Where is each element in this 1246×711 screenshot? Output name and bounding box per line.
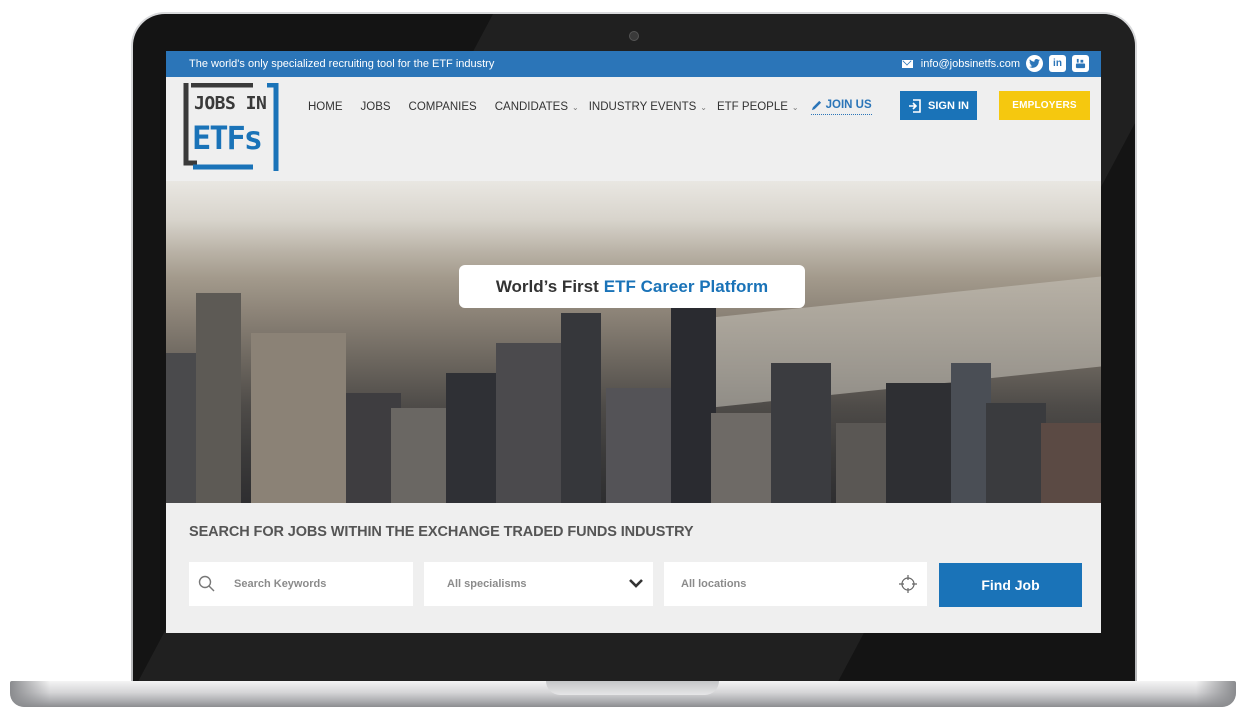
hero-banner: World’s First ETF Career Platform [166, 181, 1101, 503]
specialisms-select[interactable]: All specialisms [424, 562, 653, 606]
main-nav: HOME JOBS COMPANIES CANDIDATES ⌄ INDUSTRY… [308, 99, 872, 115]
nav-industry-events[interactable]: INDUSTRY EVENTS ⌄ [589, 101, 707, 113]
nav-home[interactable]: HOME [308, 101, 343, 113]
linkedin-icon[interactable]: in [1049, 55, 1066, 72]
sign-in-button[interactable]: SIGN IN [900, 91, 977, 120]
tagline: The world's only specialized recruiting … [189, 58, 495, 70]
hero-title: World’s First ETF Career Platform [459, 265, 805, 308]
locations-value: All locations [681, 578, 747, 590]
sign-in-label: SIGN IN [928, 99, 969, 112]
logo-text-etfs: ETFs [192, 119, 263, 157]
join-us-link[interactable]: JOIN US [810, 99, 872, 115]
chevron-down-icon: ⌄ [791, 103, 799, 112]
logo-text-jobs-in: JOBS IN [194, 93, 267, 114]
keywords-input[interactable]: Search Keywords [189, 562, 413, 606]
webcam [629, 31, 639, 41]
email-link[interactable]: info@jobsinetfs.com [921, 58, 1020, 70]
nav-jobs[interactable]: JOBS [361, 101, 391, 113]
hero-title-prefix: World’s First [495, 276, 599, 296]
youtube-icon[interactable] [1072, 55, 1089, 72]
chevron-down-icon [629, 579, 643, 588]
sign-in-icon [909, 98, 921, 113]
keywords-placeholder: Search Keywords [234, 578, 327, 590]
join-us-label: JOIN US [825, 99, 872, 111]
chevron-down-icon: ⌄ [700, 103, 707, 112]
contact-links: info@jobsinetfs.com in [901, 55, 1089, 72]
laptop-base-shade-left [10, 681, 50, 707]
locations-input[interactable]: All locations [664, 562, 927, 606]
search-heading: SEARCH FOR JOBS WITHIN THE EXCHANGE TRAD… [189, 524, 694, 540]
laptop-base-notch [546, 681, 719, 695]
job-search-section: SEARCH FOR JOBS WITHIN THE EXCHANGE TRAD… [166, 503, 1101, 633]
chevron-down-icon: ⌄ [572, 103, 579, 112]
laptop-base-shade-right [1196, 681, 1236, 707]
locate-crosshair-icon[interactable] [899, 575, 917, 593]
twitter-icon[interactable] [1026, 55, 1043, 72]
employers-button[interactable]: EMPLOYERS [999, 91, 1090, 120]
specialisms-value: All specialisms [447, 578, 527, 590]
nav-etf-people-label: ETF PEOPLE [716, 101, 788, 113]
top-bar: The world's only specialized recruiting … [166, 51, 1101, 77]
hero-title-accent: ETF Career Platform [603, 276, 769, 296]
site-header: JOBS IN ETFs HOME JOBS COMPANIES CANDIDA… [166, 77, 1101, 181]
find-job-button[interactable]: Find Job [939, 563, 1082, 607]
nav-candidates-label: CANDIDATES [494, 101, 568, 113]
mail-icon [901, 59, 913, 68]
site-logo[interactable]: JOBS IN ETFs [183, 82, 279, 173]
pencil-icon [811, 100, 821, 110]
nav-candidates[interactable]: CANDIDATES ⌄ [495, 101, 579, 113]
nav-companies[interactable]: COMPANIES [409, 101, 477, 113]
website-screen: The world's only specialized recruiting … [166, 51, 1101, 633]
nav-industry-events-label: INDUSTRY EVENTS [588, 101, 697, 113]
search-icon [198, 575, 215, 592]
nav-etf-people[interactable]: ETF PEOPLE ⌄ [717, 101, 799, 113]
